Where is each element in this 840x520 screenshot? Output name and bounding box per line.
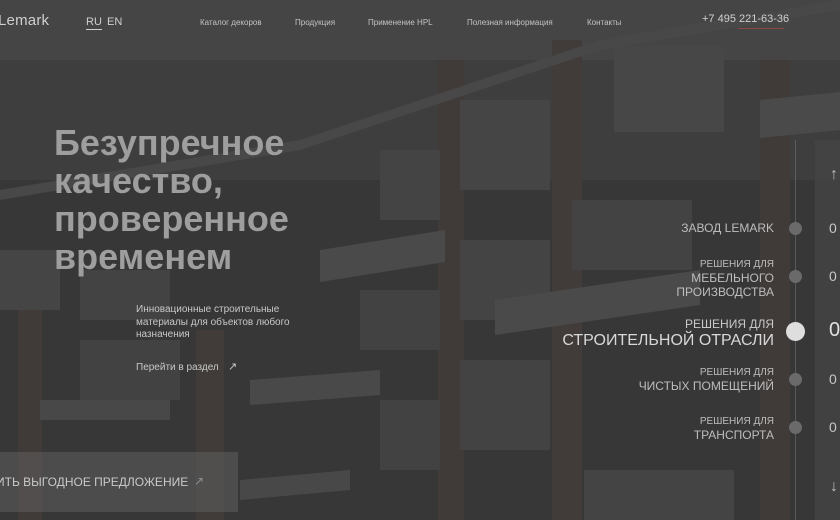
slider-item-subtitle: РЕШЕНИЯ ДЛЯ bbox=[685, 317, 774, 331]
get-offer-label: ИТЬ ВЫГОДНОЕ ПРЕДЛОЖЕНИЕ bbox=[0, 475, 189, 489]
hero-title: Безупречное качество, проверенное времен… bbox=[54, 124, 384, 276]
slider-number: 0 bbox=[829, 371, 837, 387]
nav-useful-info[interactable]: Полезная информация bbox=[467, 18, 553, 27]
nav-hpl-usage[interactable]: Применение HPL bbox=[368, 18, 433, 27]
hero-subtitle: Инновационные строительные материалы для… bbox=[136, 304, 306, 342]
hero-subtitle-line: материалы для объектов любого bbox=[136, 316, 290, 328]
hero-title-line: проверенное bbox=[54, 198, 289, 239]
slider-item-title: ЗАВОД LEMARK bbox=[681, 221, 774, 235]
slider-item-title: МЕБЕЛЬНОГО ПРОИЗВОДСТВА bbox=[676, 271, 774, 299]
slider-number: 0 bbox=[829, 220, 837, 236]
slider-item-subtitle: РЕШЕНИЯ ДЛЯ bbox=[699, 416, 774, 427]
arrow-up-icon[interactable]: ↑ bbox=[830, 166, 838, 184]
slider-item-cleanrooms[interactable]: РЕШЕНИЯ ДЛЯ ЧИСТЫХ ПОМЕЩЕНИЙ bbox=[639, 367, 774, 393]
slider-dot[interactable] bbox=[789, 421, 802, 434]
slider-item-title: ЧИСТЫХ ПОМЕЩЕНИЙ bbox=[638, 379, 774, 393]
lang-en[interactable]: EN bbox=[107, 16, 122, 28]
go-to-section-link[interactable]: Перейти в раздел bbox=[136, 362, 219, 373]
lang-ru[interactable]: RU bbox=[86, 16, 102, 30]
arrow-up-right-icon: ↗ bbox=[194, 474, 205, 488]
hero-subtitle-line: назначения bbox=[136, 329, 190, 340]
arrow-down-icon[interactable]: ↓ bbox=[830, 478, 838, 496]
slider-item-title: СТРОИТЕЛЬНОЙ ОТРАСЛИ bbox=[562, 332, 774, 349]
slider-number: 0 bbox=[829, 268, 837, 284]
slider-dot-active[interactable] bbox=[786, 322, 805, 341]
slider-number: 0 bbox=[829, 319, 840, 341]
nav-products[interactable]: Продукция bbox=[295, 18, 335, 27]
hero-title-line: качество, bbox=[54, 160, 223, 201]
hero-title-line: Безупречное bbox=[54, 122, 285, 163]
hero-subtitle-line: Инновационные строительные bbox=[136, 304, 280, 315]
get-offer-button[interactable]: ИТЬ ВЫГОДНОЕ ПРЕДЛОЖЕНИЕ ↗ bbox=[0, 452, 238, 512]
slider-item-construction[interactable]: РЕШЕНИЯ ДЛЯ СТРОИТЕЛЬНОЙ ОТРАСЛИ bbox=[562, 317, 774, 350]
slider-dot[interactable] bbox=[789, 222, 802, 235]
slider-item-subtitle: РЕШЕНИЯ ДЛЯ bbox=[699, 367, 774, 378]
slider-dot[interactable] bbox=[789, 373, 802, 386]
logo[interactable]: Lemark bbox=[0, 12, 49, 29]
phone-underline bbox=[738, 28, 784, 29]
slider-item-furniture[interactable]: РЕШЕНИЯ ДЛЯ МЕБЕЛЬНОГО ПРОИЗВОДСТВА bbox=[654, 259, 774, 299]
nav-contacts[interactable]: Контакты bbox=[587, 18, 622, 27]
slider-item-factory[interactable]: ЗАВОД LEMARK bbox=[681, 221, 774, 235]
slider-item-subtitle: РЕШЕНИЯ ДЛЯ bbox=[699, 259, 774, 270]
slider-item-title: ТРАНСПОРТА bbox=[693, 428, 774, 442]
arrow-up-right-icon[interactable]: ↗ bbox=[228, 360, 237, 373]
phone-number[interactable]: +7 495 221-63-36 bbox=[702, 13, 789, 25]
nav-catalog[interactable]: Каталог декоров bbox=[200, 18, 262, 27]
slider-dot[interactable] bbox=[789, 270, 802, 283]
slider-number: 0 bbox=[829, 419, 837, 435]
slider-item-transport[interactable]: РЕШЕНИЯ ДЛЯ ТРАНСПОРТА bbox=[694, 416, 774, 442]
hero-title-line: временем bbox=[54, 236, 233, 277]
